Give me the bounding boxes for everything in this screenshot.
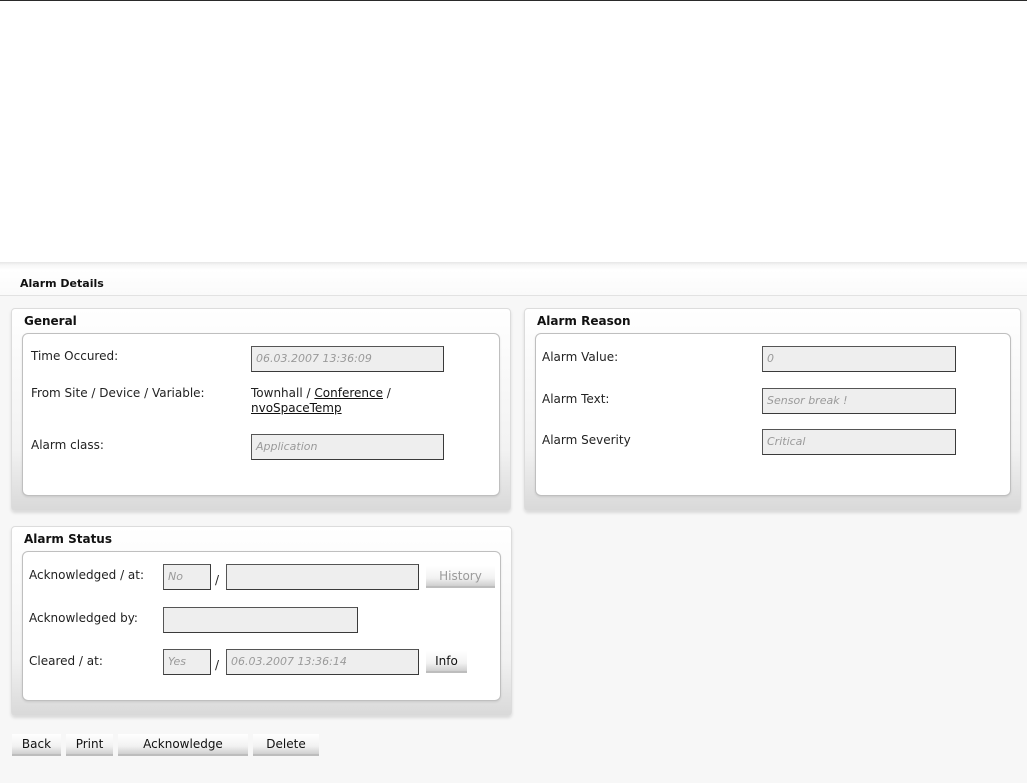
alarm-value-field: 0 bbox=[762, 346, 956, 372]
acknowledged-separator: / bbox=[215, 573, 220, 587]
alarm-text-field: Sensor break ! bbox=[762, 388, 956, 414]
variable-link[interactable]: nvoSpaceTemp bbox=[251, 401, 342, 415]
info-button[interactable]: Info bbox=[426, 651, 467, 673]
delete-button[interactable]: Delete bbox=[253, 734, 319, 756]
acknowledged-by-field bbox=[163, 607, 358, 633]
acknowledged-at-field bbox=[226, 564, 419, 590]
alarm-reason-panel-body: Alarm Value: 0 Alarm Text: Sensor break … bbox=[535, 333, 1011, 496]
time-occured-label: Time Occured: bbox=[31, 349, 119, 363]
acknowledged-at-label: Acknowledged / at: bbox=[29, 568, 145, 582]
alarm-severity-field: Critical bbox=[762, 429, 956, 455]
acknowledged-by-label: Acknowledged by: bbox=[29, 611, 138, 625]
from-site-device-variable-label: From Site / Device / Variable: bbox=[31, 386, 205, 400]
back-button[interactable]: Back bbox=[12, 734, 61, 756]
path-separator: / bbox=[386, 386, 391, 400]
history-button[interactable]: History bbox=[426, 566, 495, 588]
cleared-separator: / bbox=[215, 658, 220, 672]
page-header: Alarm Details bbox=[0, 262, 1027, 296]
print-button[interactable]: Print bbox=[66, 734, 113, 756]
alarm-status-panel: Alarm Status Acknowledged / at: No / His… bbox=[11, 526, 512, 716]
alarm-class-field: Application bbox=[251, 434, 444, 460]
cleared-field: Yes bbox=[163, 649, 211, 675]
alarm-class-label: Alarm class: bbox=[31, 438, 104, 452]
general-panel-title: General bbox=[24, 314, 77, 328]
alarm-text-label: Alarm Text: bbox=[542, 392, 610, 406]
acknowledged-field: No bbox=[163, 564, 211, 590]
source-path: Townhall / Conference / nvoSpaceTemp bbox=[251, 386, 391, 416]
alarm-value-label: Alarm Value: bbox=[542, 350, 619, 364]
cleared-at-field: 06.03.2007 13:36:14 bbox=[226, 649, 419, 675]
alarm-status-panel-body: Acknowledged / at: No / History Acknowle… bbox=[22, 551, 501, 701]
alarm-reason-panel-title: Alarm Reason bbox=[537, 314, 631, 328]
acknowledge-button[interactable]: Acknowledge bbox=[118, 734, 248, 756]
general-panel-body: Time Occured: 06.03.2007 13:36:09 From S… bbox=[22, 333, 500, 496]
alarm-details-page: Alarm Details General Time Occured: 06.0… bbox=[0, 262, 1027, 783]
alarm-reason-panel: Alarm Reason Alarm Value: 0 Alarm Text: … bbox=[524, 308, 1021, 511]
general-panel: General Time Occured: 06.03.2007 13:36:0… bbox=[11, 308, 511, 511]
alarm-severity-label: Alarm Severity bbox=[542, 433, 631, 447]
device-link[interactable]: Conference bbox=[314, 386, 383, 400]
path-separator: / bbox=[306, 386, 311, 400]
site-name: Townhall bbox=[251, 386, 303, 400]
top-divider bbox=[0, 0, 1027, 1]
alarm-status-panel-title: Alarm Status bbox=[24, 532, 112, 546]
page-title: Alarm Details bbox=[20, 277, 104, 290]
time-occured-field: 06.03.2007 13:36:09 bbox=[251, 346, 444, 372]
cleared-at-label: Cleared / at: bbox=[29, 654, 103, 668]
